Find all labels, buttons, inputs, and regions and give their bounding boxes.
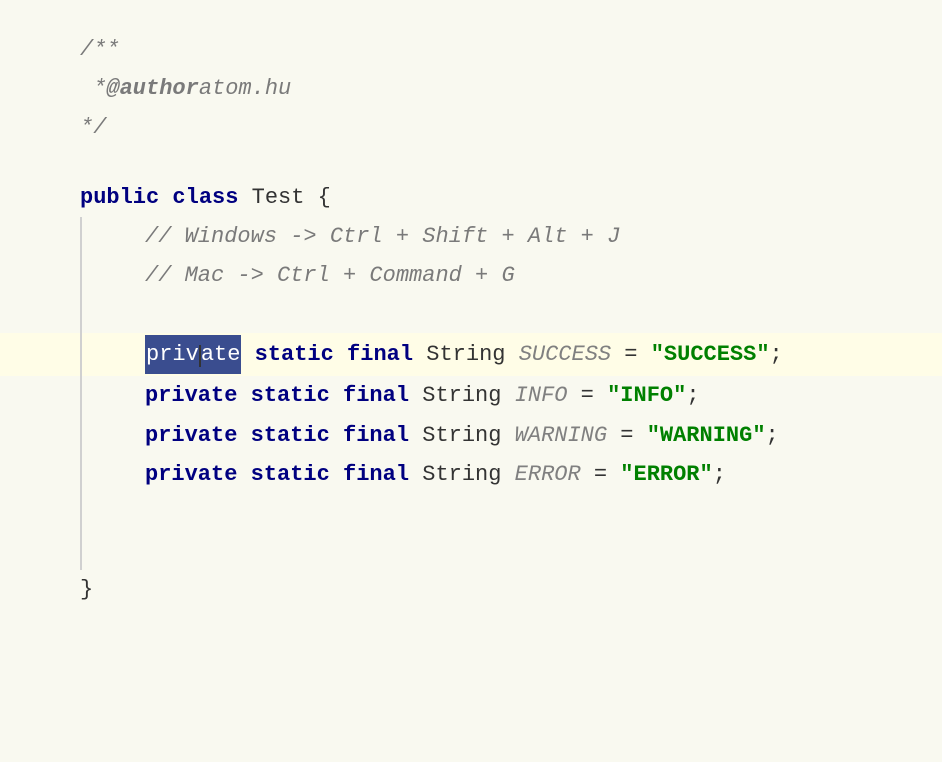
semi-success: ; (770, 337, 783, 372)
blank-line-2 (0, 295, 942, 333)
open-brace: { (318, 180, 331, 215)
comment-close-text: */ (80, 110, 106, 145)
field-error-line: private static final String ERROR = "ERR… (0, 455, 942, 494)
mac-comment: // Mac -> Ctrl + Command + G (145, 258, 515, 293)
comment-close-line: */ (0, 108, 942, 147)
type-string-success: String (413, 337, 519, 372)
keyword-private-warning: private static final (145, 418, 409, 453)
var-success: SUCCESS (519, 337, 611, 372)
type-string-error: String (409, 457, 515, 492)
author-value: atom.hu (199, 71, 291, 106)
comment-text: /** (80, 32, 120, 67)
comment-windows-line: // Windows -> Ctrl + Shift + Alt + J (0, 217, 942, 256)
windows-comment: // Windows -> Ctrl + Shift + Alt + J (145, 219, 620, 254)
keyword-public: public (80, 180, 159, 215)
keyword-static-final-success: static final (241, 337, 413, 372)
val-error: "ERROR" (620, 457, 712, 492)
field-success-line: private static final String SUCCESS = "S… (0, 333, 942, 376)
class-close-line: } (0, 570, 942, 609)
close-brace: } (80, 572, 93, 607)
class-declaration-line: public class Test { (0, 178, 942, 217)
keyword-class: class (172, 180, 238, 215)
keyword-private-error: private static final (145, 457, 409, 492)
blank-line-3 (0, 494, 942, 532)
space1 (159, 180, 172, 215)
comment-author-line: * @author atom.hu (0, 69, 942, 108)
comment-mac-line: // Mac -> Ctrl + Command + G (0, 256, 942, 295)
type-string-info: String (409, 378, 515, 413)
comment-prefix: * (80, 71, 106, 106)
semi-info: ; (686, 378, 699, 413)
type-string-warning: String (409, 418, 515, 453)
class-name-text: Test (252, 180, 305, 215)
semi-error: ; (713, 457, 726, 492)
keyword-private-info: private static final (145, 378, 409, 413)
text-cursor (199, 345, 201, 367)
code-editor: /** * @author atom.hu */ public class Te… (0, 0, 942, 762)
val-success: "SUCCESS" (651, 337, 770, 372)
comment-open-line: /** (0, 30, 942, 69)
val-warning: "WARNING" (647, 418, 766, 453)
space2 (238, 180, 251, 215)
var-warning: WARNING (515, 418, 607, 453)
op-error: = (581, 457, 621, 492)
var-info: INFO (515, 378, 568, 413)
author-tag: @author (106, 71, 198, 106)
op-warning: = (607, 418, 647, 453)
field-success-row: private static final String SUCCESS = "S… (0, 333, 942, 376)
blank-line-1 (0, 148, 942, 178)
op-info: = (567, 378, 607, 413)
blank-line-4 (0, 532, 942, 570)
selected-private: private (145, 335, 241, 374)
field-info-line: private static final String INFO = "INFO… (0, 376, 942, 415)
val-info: "INFO" (607, 378, 686, 413)
field-warning-line: private static final String WARNING = "W… (0, 416, 942, 455)
space3 (304, 180, 317, 215)
var-error: ERROR (515, 457, 581, 492)
op-success: = (611, 337, 651, 372)
semi-warning: ; (766, 418, 779, 453)
